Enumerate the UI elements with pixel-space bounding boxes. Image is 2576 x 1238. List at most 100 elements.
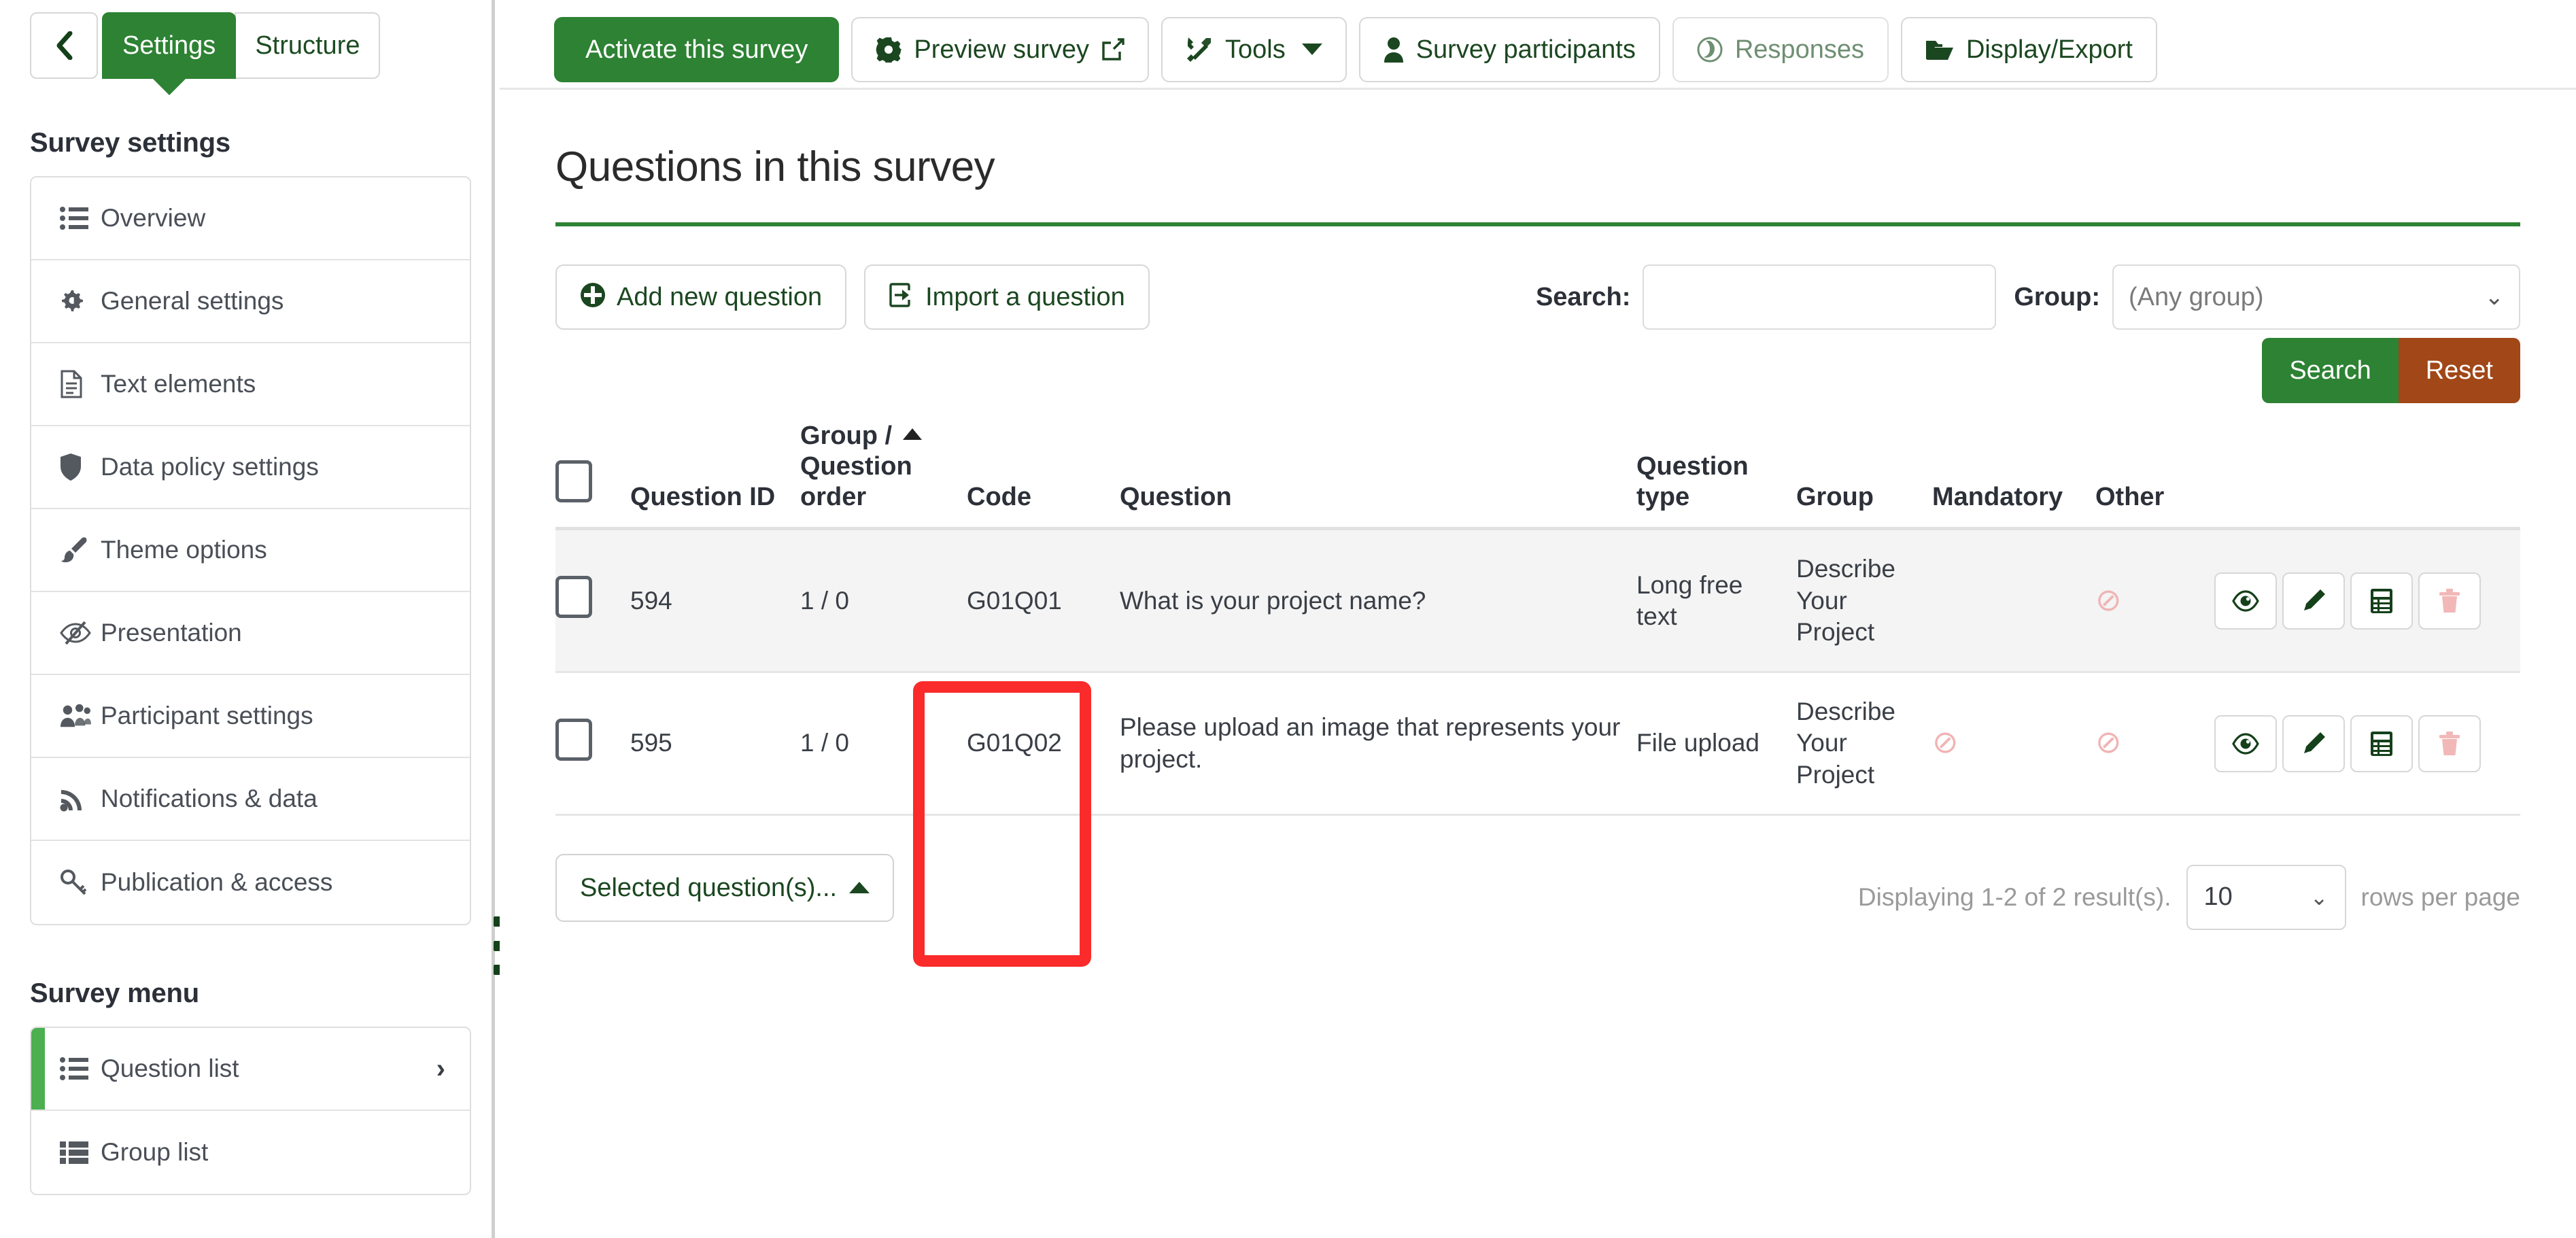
sidebar-item-presentation-label: Presentation [101,619,242,647]
import-icon [889,282,914,313]
ban-icon: ⊘ [1932,724,1959,760]
search-label: Search: [1535,282,1631,311]
header-actions [2214,421,2520,531]
reset-button[interactable]: Reset [2398,338,2520,403]
delete-question-button[interactable] [2418,715,2481,772]
cell-order: 1 / 0 [800,528,967,674]
header-question-id-label: Question ID [630,482,776,511]
sidebar-divider-inner [492,0,495,1238]
header-mandatory[interactable]: Mandatory [1932,421,2095,531]
cell-mandatory: ⊘ [1932,672,2095,816]
activate-survey-button[interactable]: Activate this survey [554,16,840,82]
header-group-question-order[interactable]: Group / Question order [800,421,967,531]
display-export-button[interactable]: Display/Export [1900,16,2157,82]
edit-question-button[interactable] [2282,572,2345,630]
questions-table-body: 594 1 / 0 G01Q01 What is your project na… [555,528,2520,816]
preview-question-button[interactable] [2214,715,2277,772]
table-header-row: Question ID Group / Question order Code [555,421,2520,531]
header-code[interactable]: Code [967,421,1120,531]
selected-questions-button[interactable]: Selected question(s)... [555,853,895,922]
sidebar-item-overview[interactable]: Overview [31,177,470,260]
survey-participants-label: Survey participants [1415,35,1636,64]
sidebar-item-group-list-label: Group list [101,1138,209,1166]
display-export-label: Display/Export [1965,35,2133,64]
list-icon [60,207,91,230]
sidebar-item-notifications-data[interactable]: Notifications & data [31,758,470,841]
search-input[interactable] [1643,264,1997,330]
cell-actions [2214,672,2520,816]
list-icon [60,1057,91,1080]
row-checkbox[interactable] [555,718,592,761]
row-checkbox[interactable] [555,576,592,619]
add-new-question-button[interactable]: Add new question [555,264,847,330]
questions-table-head: Question ID Group / Question order Code [555,421,2520,531]
questions-table: Question ID Group / Question order Code [555,421,2520,816]
preview-question-button[interactable] [2214,572,2277,630]
delete-icon [2439,588,2460,613]
rss-icon [60,786,91,812]
sidebar-item-general-settings[interactable]: General settings [31,260,470,343]
questions-table-wrapper: Question ID Group / Question order Code [555,421,2520,816]
sidebar-item-theme-options[interactable]: Theme options [31,509,470,592]
sidebar-item-question-list-label: Question list [101,1054,239,1082]
tab-structure[interactable]: Structure [235,12,381,79]
import-question-button[interactable]: Import a question [864,264,1150,330]
survey-participants-button[interactable]: Survey participants [1358,16,1660,82]
filter-controls: Search: Group: (Any group) ⌄ Search Rese… [1536,264,2520,403]
sidebar-resize-handle[interactable] [493,916,500,975]
chevron-down-icon [1301,44,1322,55]
summary-icon [2371,731,2392,756]
preview-icon [2232,590,2259,612]
sidebar-item-participant-settings[interactable]: Participant settings [31,675,470,758]
header-other[interactable]: Other [2095,421,2214,531]
cell-question: What is your project name? [1120,528,1636,674]
preview-survey-button[interactable]: Preview survey [851,16,1149,82]
header-question-type[interactable]: Question type [1636,421,1796,531]
tools-button[interactable]: Tools [1161,16,1347,82]
sidebar-item-presentation[interactable]: Presentation [31,592,470,675]
cell-code: G01Q02 [967,672,1120,816]
responses-label: Responses [1734,35,1864,64]
sidebar-back-button[interactable] [30,12,98,79]
chevron-down-icon: ⌄ [2309,884,2329,910]
survey-settings-list: Overview General settings Text elements … [30,176,471,925]
cell-mandatory [1932,528,2095,674]
header-question-id[interactable]: Question ID [630,421,800,531]
select-all-checkbox[interactable] [555,460,592,502]
sidebar-item-publication-access[interactable]: Publication & access [31,841,470,924]
list-alt-icon [60,1141,91,1164]
cell-question-type: File upload [1636,672,1796,816]
preview-survey-label: Preview survey [914,35,1089,64]
cell-question-id: 595 [630,672,800,816]
search-button[interactable]: Search [2262,338,2399,403]
sidebar-item-text-elements[interactable]: Text elements [31,343,470,426]
header-question[interactable]: Question [1120,421,1636,531]
cell-order: 1 / 0 [800,672,967,816]
cell-group: Describe Your Project [1796,672,1932,816]
edit-question-button[interactable] [2282,715,2345,772]
survey-menu-heading: Survey menu [30,978,200,1008]
row-select-cell [555,672,630,816]
sidebar-item-group-list[interactable]: Group list [31,1111,470,1194]
tab-settings[interactable]: Settings [102,12,237,95]
header-group[interactable]: Group [1796,421,1932,531]
cell-question: Please upload an image that represents y… [1120,672,1636,816]
question-summary-button[interactable] [2350,572,2413,630]
sidebar-item-theme-options-label: Theme options [101,536,267,564]
sidebar-item-data-policy-settings[interactable]: Data policy settings [31,426,470,509]
group-select[interactable]: (Any group) ⌄ [2112,264,2520,330]
header-order-line2: Question [800,451,912,481]
delete-question-button[interactable] [2418,572,2481,630]
question-actions-row: Add new question Import a question Searc… [555,264,2520,403]
question-summary-button[interactable] [2350,715,2413,772]
survey-toolbar: Activate this survey Preview survey Tool… [500,0,2576,90]
paintbrush-icon [60,536,91,564]
responses-button[interactable]: Responses [1672,16,1889,82]
eye-slash-icon [60,621,91,644]
row-action-buttons [2214,572,2511,630]
sidebar-item-publication-access-label: Publication & access [101,868,333,896]
header-code-label: Code [967,482,1031,511]
sidebar-item-question-list[interactable]: Question list › [31,1028,470,1111]
selected-questions-label: Selected question(s)... [580,873,838,902]
rows-per-page-select[interactable]: 10 ⌄ [2186,864,2346,930]
